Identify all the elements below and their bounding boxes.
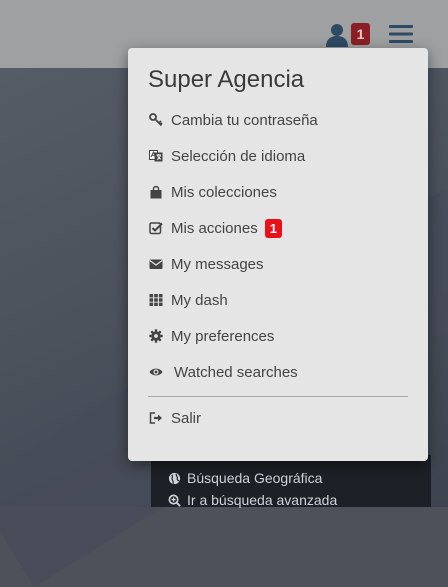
globe-icon <box>168 472 181 484</box>
menu-title: Super Agencia <box>148 66 305 93</box>
grid-icon <box>148 292 164 308</box>
language-icon <box>148 148 164 164</box>
gear-icon <box>148 328 164 344</box>
menu-item-dash[interactable]: My dash <box>148 288 228 312</box>
menu-divider <box>148 396 408 397</box>
menu-item-preferences[interactable]: My preferences <box>148 324 274 348</box>
menu-item-label: My messages <box>171 255 264 273</box>
search-plus-icon <box>168 494 181 507</box>
user-dropdown-menu: Super Agencia Cambia tu contraseña Selec… <box>128 48 428 461</box>
menu-item-label: My preferences <box>171 327 275 345</box>
actions-count-badge: 1 <box>264 218 282 238</box>
menu-item-watched-searches[interactable]: Watched searches <box>148 360 298 384</box>
menu-item-label: Selección de idioma <box>171 147 306 165</box>
menu-item-label: Salir <box>171 409 202 427</box>
menu-item-label: Mis colecciones <box>171 183 277 201</box>
hamburger-icon[interactable] <box>389 24 413 44</box>
sign-out-icon <box>148 410 164 426</box>
geo-search-link[interactable]: Búsqueda Geográfica <box>168 470 322 486</box>
eye-icon <box>148 364 164 380</box>
check-square-icon <box>148 220 164 236</box>
menu-item-actions[interactable]: Mis acciones 1 <box>148 216 282 240</box>
shopping-bag-icon <box>148 184 164 200</box>
menu-item-label: My dash <box>171 291 228 309</box>
menu-item-label: Watched searches <box>174 363 298 381</box>
menu-item-messages[interactable]: My messages <box>148 252 264 276</box>
menu-item-label: Mis acciones <box>171 219 258 237</box>
geo-search-label: Búsqueda Geográfica <box>187 470 323 486</box>
menu-item-label: Cambia tu contraseña <box>171 111 318 129</box>
key-icon <box>148 112 164 128</box>
menu-item-change-password[interactable]: Cambia tu contraseña <box>148 108 318 132</box>
menu-item-language[interactable]: Selección de idioma <box>148 144 305 168</box>
envelope-icon <box>148 256 164 272</box>
advanced-search-link[interactable]: Ir a búsqueda avanzada <box>168 492 337 508</box>
user-icon[interactable] <box>324 22 350 48</box>
notification-badge[interactable]: 1 <box>351 23 370 45</box>
menu-item-collections[interactable]: Mis colecciones <box>148 180 277 204</box>
advanced-search-label: Ir a búsqueda avanzada <box>187 492 338 508</box>
menu-item-logout[interactable]: Salir <box>148 406 201 430</box>
